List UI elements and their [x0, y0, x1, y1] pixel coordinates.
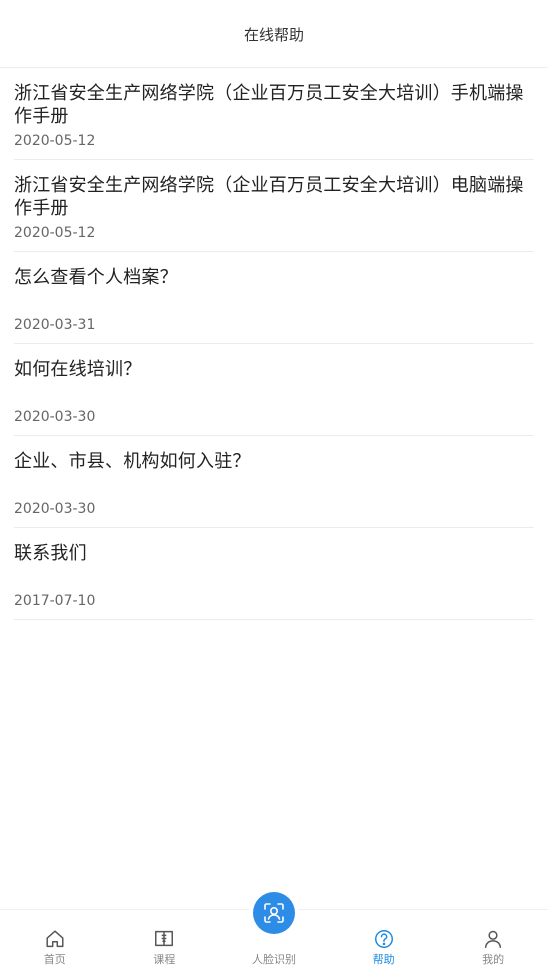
- tab-courses-label: 课程: [153, 953, 176, 966]
- help-article-list: 浙江省安全生产网络学院（企业百万员工安全大培训）手机端操作手册 2020-05-…: [0, 68, 548, 620]
- article-date: 2020-03-30: [14, 501, 96, 517]
- tab-mine-label: 我的: [482, 953, 505, 966]
- face-recognition-button-wrap: [248, 888, 299, 938]
- help-icon: [374, 930, 393, 948]
- tab-face-recognition-label: 人脸识别: [251, 953, 296, 966]
- article-title: 浙江省安全生产网络学院（企业百万员工安全大培训）电脑端操作手册: [14, 175, 524, 219]
- article-date: 2020-05-12: [14, 133, 96, 149]
- tab-home[interactable]: 首页: [0, 910, 110, 972]
- help-article-item[interactable]: 企业、市县、机构如何入驻？ 2020-03-30: [14, 436, 534, 528]
- tab-help-label: 帮助: [372, 953, 395, 966]
- help-article-item[interactable]: 联系我们 2017-07-10: [14, 528, 534, 620]
- article-date: 2020-03-30: [14, 409, 96, 425]
- article-title: 企业、市县、机构如何入驻？: [14, 451, 251, 472]
- article-date: 2017-07-10: [14, 593, 96, 609]
- user-icon: [485, 930, 502, 948]
- top-bar: 在线帮助: [0, 0, 548, 68]
- help-article-item[interactable]: 怎么查看个人档案？ 2020-03-31: [14, 252, 534, 344]
- face-recognition-button[interactable]: [252, 892, 295, 934]
- article-title: 如何在线培训？: [14, 359, 142, 380]
- tab-mine[interactable]: 我的: [438, 910, 548, 972]
- help-article-item[interactable]: 浙江省安全生产网络学院（企业百万员工安全大培训）电脑端操作手册 2020-05-…: [14, 160, 534, 252]
- article-date: 2020-05-12: [14, 225, 96, 241]
- help-article-item[interactable]: 如何在线培训？ 2020-03-30: [14, 344, 534, 436]
- tab-courses[interactable]: 课程: [110, 910, 220, 972]
- article-title: 怎么查看个人档案？: [14, 267, 178, 288]
- tab-face-recognition[interactable]: 人脸识别: [219, 888, 329, 972]
- page-title: 在线帮助: [243, 26, 304, 44]
- face-scan-icon: [264, 903, 284, 923]
- article-title: 浙江省安全生产网络学院（企业百万员工安全大培训）手机端操作手册: [14, 83, 524, 127]
- help-article-item[interactable]: 浙江省安全生产网络学院（企业百万员工安全大培训）手机端操作手册 2020-05-…: [14, 68, 534, 160]
- home-icon: [46, 930, 64, 948]
- help-page: 在线帮助 浙江省安全生产网络学院（企业百万员工安全大培训）手机端操作手册 202…: [0, 0, 548, 972]
- bottom-tab-bar: 首页 课程 人脸识别 帮助 我的: [0, 888, 548, 972]
- article-title: 联系我们: [14, 543, 87, 564]
- article-date: 2020-03-31: [14, 317, 96, 333]
- tab-help[interactable]: 帮助: [329, 910, 439, 972]
- book-icon: [155, 930, 174, 947]
- tab-home-label: 首页: [43, 953, 66, 966]
